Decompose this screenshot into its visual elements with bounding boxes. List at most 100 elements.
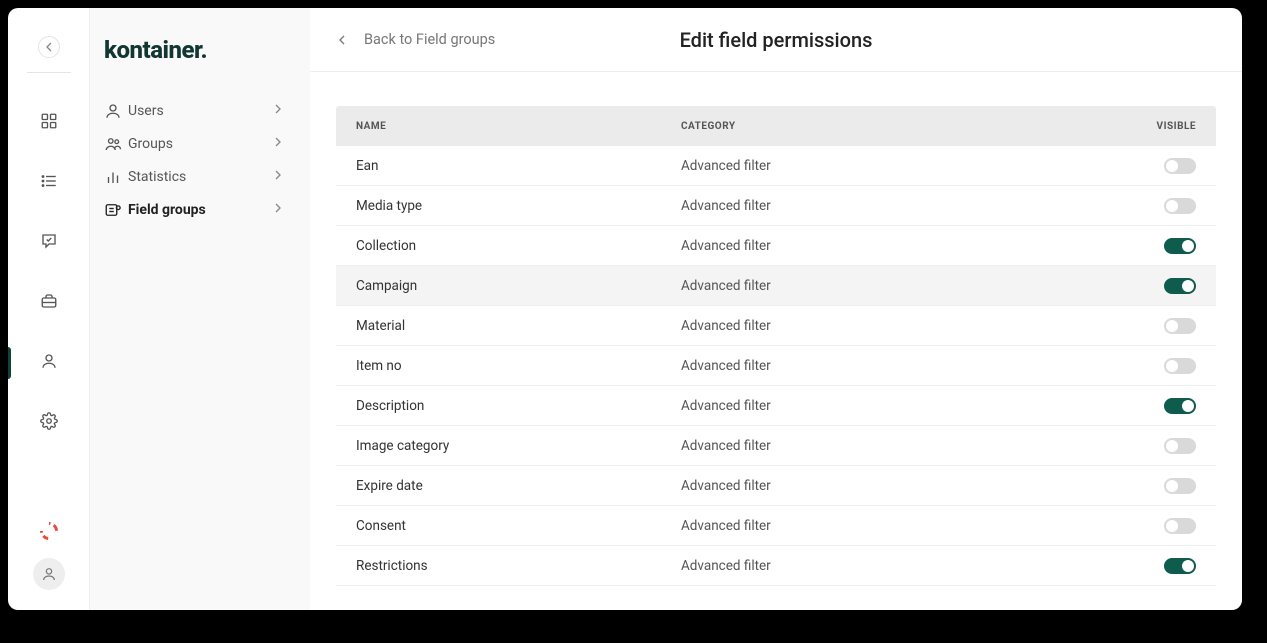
row-visible-cell xyxy=(1136,518,1216,534)
visible-toggle[interactable] xyxy=(1164,198,1196,214)
rail-item-apps[interactable] xyxy=(8,93,90,153)
col-header-visible: VISIBLE xyxy=(1136,121,1216,132)
row-visible-cell xyxy=(1136,238,1216,254)
visible-toggle[interactable] xyxy=(1164,518,1196,534)
visible-toggle[interactable] xyxy=(1164,238,1196,254)
stats-icon xyxy=(104,168,128,186)
app-window: kontainer. Users Groups Statistics Field gr… xyxy=(8,8,1242,610)
rail-item-chat[interactable] xyxy=(8,213,90,273)
fieldgroup-icon xyxy=(104,201,128,219)
apps-icon xyxy=(40,112,58,134)
row-category: Advanced filter xyxy=(681,198,1136,214)
row-name: Campaign xyxy=(336,278,681,294)
user-icon xyxy=(40,352,58,374)
table-row[interactable]: ConsentAdvanced filter xyxy=(336,506,1216,546)
visible-toggle[interactable] xyxy=(1164,278,1196,294)
rail-divider xyxy=(27,72,71,73)
visible-toggle[interactable] xyxy=(1164,398,1196,414)
user-icon xyxy=(104,102,128,120)
chevron-right-icon xyxy=(270,134,286,154)
row-name: Description xyxy=(336,398,681,414)
row-name: Expire date xyxy=(336,478,681,494)
collapse-button[interactable] xyxy=(38,36,60,58)
table-row[interactable]: Media typeAdvanced filter xyxy=(336,186,1216,226)
back-link[interactable]: Back to Field groups xyxy=(334,31,495,48)
gear-icon xyxy=(40,412,58,434)
row-visible-cell xyxy=(1136,558,1216,574)
visible-toggle[interactable] xyxy=(1164,558,1196,574)
row-name: Item no xyxy=(336,358,681,374)
row-visible-cell xyxy=(1136,198,1216,214)
table-row[interactable]: Expire dateAdvanced filter xyxy=(336,466,1216,506)
sidebar-item-label: Field groups xyxy=(128,202,270,218)
row-category: Advanced filter xyxy=(681,358,1136,374)
table-row[interactable]: DescriptionAdvanced filter xyxy=(336,386,1216,426)
row-category: Advanced filter xyxy=(681,398,1136,414)
rail-item-user[interactable] xyxy=(8,333,90,393)
table-row[interactable]: EanAdvanced filter xyxy=(336,146,1216,186)
row-category: Advanced filter xyxy=(681,518,1136,534)
col-header-category: CATEGORY xyxy=(681,121,1136,132)
help-button[interactable] xyxy=(8,522,90,540)
table-row[interactable]: Item noAdvanced filter xyxy=(336,346,1216,386)
table-row[interactable]: RestrictionsAdvanced filter xyxy=(336,546,1216,586)
table-row[interactable]: MaterialAdvanced filter xyxy=(336,306,1216,346)
row-visible-cell xyxy=(1136,278,1216,294)
chevron-left-icon xyxy=(41,39,57,55)
visible-toggle[interactable] xyxy=(1164,438,1196,454)
row-category: Advanced filter xyxy=(681,478,1136,494)
rail-item-list[interactable] xyxy=(8,153,90,213)
row-category: Advanced filter xyxy=(681,238,1136,254)
col-header-name: NAME xyxy=(336,121,681,132)
chevron-right-icon xyxy=(270,167,286,187)
row-name: Collection xyxy=(336,238,681,254)
rail-item-gear[interactable] xyxy=(8,393,90,453)
sidebar-item-users[interactable]: Users xyxy=(90,94,300,127)
briefcase-icon xyxy=(40,292,58,314)
row-category: Advanced filter xyxy=(681,558,1136,574)
row-visible-cell xyxy=(1136,398,1216,414)
row-name: Image category xyxy=(336,438,681,454)
table-row[interactable]: CampaignAdvanced filter xyxy=(336,266,1216,306)
chevron-left-icon xyxy=(334,32,350,48)
visible-toggle[interactable] xyxy=(1164,318,1196,334)
group-icon xyxy=(104,135,128,153)
row-category: Advanced filter xyxy=(681,278,1136,294)
rail-item-briefcase[interactable] xyxy=(8,273,90,333)
chevron-right-icon xyxy=(270,200,286,220)
visible-toggle[interactable] xyxy=(1164,158,1196,174)
row-category: Advanced filter xyxy=(681,438,1136,454)
row-name: Consent xyxy=(336,518,681,534)
row-name: Media type xyxy=(336,198,681,214)
table-header: NAME CATEGORY VISIBLE xyxy=(336,106,1216,146)
chevron-right-icon xyxy=(270,101,286,121)
row-visible-cell xyxy=(1136,318,1216,334)
brand-logo: kontainer. xyxy=(90,36,300,94)
sidebar: kontainer. Users Groups Statistics Field gr… xyxy=(90,8,310,610)
table-row[interactable]: Image categoryAdvanced filter xyxy=(336,426,1216,466)
account-avatar[interactable] xyxy=(33,558,65,590)
main: Back to Field groups Edit field permissi… xyxy=(310,8,1242,610)
row-category: Advanced filter xyxy=(681,158,1136,174)
row-visible-cell xyxy=(1136,478,1216,494)
sidebar-item-label: Groups xyxy=(128,136,270,152)
chat-icon xyxy=(40,232,58,254)
user-icon xyxy=(41,566,57,582)
back-label: Back to Field groups xyxy=(364,31,495,48)
icon-rail xyxy=(8,8,90,610)
sidebar-item-field-groups[interactable]: Field groups xyxy=(90,193,300,226)
row-visible-cell xyxy=(1136,358,1216,374)
sidebar-item-label: Users xyxy=(128,103,270,119)
help-icon xyxy=(36,518,61,543)
sidebar-item-statistics[interactable]: Statistics xyxy=(90,160,300,193)
main-header: Back to Field groups Edit field permissi… xyxy=(310,8,1242,72)
row-name: Ean xyxy=(336,158,681,174)
content: NAME CATEGORY VISIBLE EanAdvanced filter… xyxy=(310,72,1242,610)
visible-toggle[interactable] xyxy=(1164,358,1196,374)
row-name: Restrictions xyxy=(336,558,681,574)
visible-toggle[interactable] xyxy=(1164,478,1196,494)
sidebar-item-groups[interactable]: Groups xyxy=(90,127,300,160)
table-row[interactable]: CollectionAdvanced filter xyxy=(336,226,1216,266)
sidebar-item-label: Statistics xyxy=(128,169,270,185)
row-category: Advanced filter xyxy=(681,318,1136,334)
